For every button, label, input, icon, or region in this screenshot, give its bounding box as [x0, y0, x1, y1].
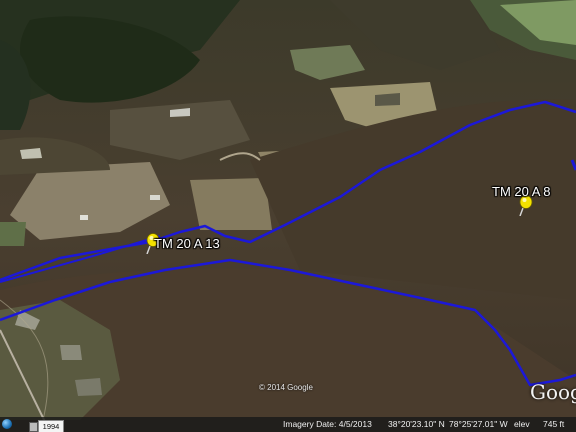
slider-handle[interactable] — [29, 422, 38, 432]
elevation-label: elev — [514, 419, 530, 429]
elevation-value: 745 ft — [543, 419, 565, 429]
longitude-readout: 78°25'27.01" W — [449, 419, 508, 429]
historical-imagery-slider[interactable]: 1994 — [14, 419, 64, 432]
historical-imagery-globe-icon[interactable] — [2, 419, 12, 429]
placemark-label[interactable]: TM 20 A 13 — [154, 236, 220, 251]
historical-year: 1994 — [38, 420, 64, 432]
latitude-readout: 38°20'23.10" N — [388, 419, 445, 429]
imagery-date: Imagery Date: 4/5/2013 — [283, 419, 372, 429]
map-view[interactable]: TM 20 A 13 TM 20 A 8 © 2014 Google Googl… — [0, 0, 576, 432]
google-logo: Google — [530, 380, 576, 404]
status-bar: 1994 Imagery Date: 4/5/2013 38°20'23.10"… — [0, 417, 576, 432]
satellite-imagery — [0, 0, 576, 432]
copyright-notice: © 2014 Google — [259, 383, 313, 392]
placemark-label[interactable]: TM 20 A 8 — [492, 184, 551, 199]
